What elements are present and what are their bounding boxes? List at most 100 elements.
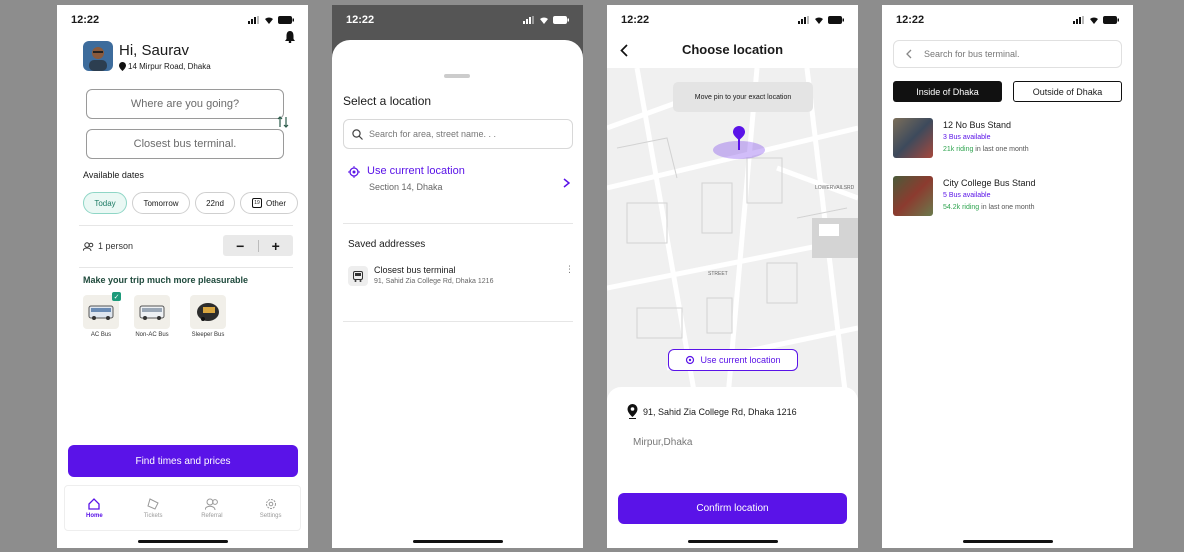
tab-outside-dhaka[interactable]: Outside of Dhaka [1013, 81, 1122, 102]
swap-icon[interactable] [277, 116, 289, 128]
address-panel: 91, Sahid Zia College Rd, Dhaka 1216 Mir… [607, 387, 858, 548]
status-time: 12:22 [71, 14, 100, 26]
search-icon [352, 128, 363, 140]
date-today[interactable]: Today [83, 192, 127, 214]
bus-icon [139, 305, 165, 320]
tab-inside-dhaka[interactable]: Inside of Dhaka [893, 81, 1002, 102]
bottom-nav: Home Tickets Referral Settings [64, 485, 301, 531]
bell-icon[interactable] [285, 31, 295, 43]
status-icons [523, 16, 569, 24]
status-icons [1073, 16, 1119, 24]
map-view[interactable]: LOWERVAILSRD STREET Move pin to your exa… [607, 68, 858, 408]
status-bar: 12:22 [332, 5, 583, 35]
bus-terminal-screen: 12:22 Search for bus terminal. Inside of… [882, 5, 1133, 548]
check-icon: ✓ [112, 292, 121, 301]
plus-button[interactable]: + [259, 238, 294, 254]
stand-riding: 21k riding in last one month [943, 146, 1029, 153]
nav-tickets[interactable]: Tickets [128, 497, 178, 519]
search-placeholder: Search for bus terminal. [924, 49, 1020, 59]
home-indicator [138, 540, 228, 543]
find-times-button[interactable]: Find times and prices [68, 445, 298, 477]
date-22nd[interactable]: 22nd [195, 192, 235, 214]
ac-bus-label: AC Bus [90, 332, 112, 338]
nav-home-label: Home [86, 512, 103, 519]
address-text: 14 Mirpur Road, Dhaka [128, 62, 211, 71]
home-icon [88, 497, 101, 510]
stand-available: 3 Bus available [943, 134, 991, 141]
status-bar: 12:22 [57, 5, 308, 35]
bus-icon [197, 303, 219, 321]
confirm-location-button[interactable]: Confirm location [618, 493, 847, 524]
riding-count: 54.2k riding [943, 204, 980, 211]
minus-button[interactable]: − [223, 238, 258, 254]
saved-item-title: Closest bus terminal [374, 265, 456, 275]
use-current-label: Use current location [367, 165, 465, 177]
status-time: 12:22 [896, 14, 925, 26]
people-icon [83, 241, 94, 251]
saved-addresses-title: Saved addresses [348, 239, 426, 250]
status-bar: 12:22 [882, 5, 1133, 35]
nav-settings[interactable]: Settings [246, 498, 296, 519]
location-pin-icon [627, 404, 638, 419]
people-icon [204, 498, 218, 510]
date-other[interactable]: 19 Other [240, 192, 298, 214]
stand-item[interactable]: City College Bus Stand 5 Bus available 5… [893, 176, 1122, 218]
nav-referral[interactable]: Referral [187, 498, 237, 519]
stand-name: City College Bus Stand [943, 178, 1036, 188]
riding-suffix: in last one month [979, 204, 1035, 211]
date-tomorrow[interactable]: Tomorrow [132, 192, 190, 214]
stand-riding: 54.2k riding in last one month [943, 204, 1034, 211]
passenger-stepper: − + [223, 235, 293, 256]
non-ac-bus-label: Non-AC Bus [135, 332, 169, 338]
stand-item[interactable]: 12 No Bus Stand 3 Bus available 21k ridi… [893, 118, 1122, 160]
address-text: 91, Sahid Zia College Rd, Dhaka 1216 [643, 406, 797, 417]
use-current-location-button[interactable]: Use current location [668, 349, 798, 371]
status-time: 12:22 [346, 14, 375, 26]
home-indicator [963, 540, 1053, 543]
current-sub: Section 14, Dhaka [369, 182, 443, 192]
selected-address: 91, Sahid Zia College Rd, Dhaka 1216 [627, 404, 797, 419]
available-dates-label: Available dates [83, 170, 144, 180]
home-indicator [413, 540, 503, 543]
crosshair-icon [348, 166, 360, 178]
stand-thumbnail [893, 176, 933, 216]
back-arrow-icon[interactable] [906, 49, 912, 59]
stand-thumbnail [893, 118, 933, 158]
destination-input[interactable]: Where are you going? [86, 89, 284, 119]
chevron-right-icon [563, 178, 570, 188]
location-pin-icon [119, 62, 126, 71]
sleeper-bus-card[interactable] [190, 295, 226, 329]
greeting: Hi, Saurav [119, 42, 190, 59]
terminal-search-input[interactable]: Search for bus terminal. [893, 40, 1122, 68]
date-tomorrow-label: Tomorrow [143, 198, 179, 208]
riding-suffix: in last one month [973, 146, 1029, 153]
crosshair-icon [686, 355, 695, 365]
choose-location-screen: 12:22 Choose location LOWERVAILSRD STREE… [607, 5, 858, 548]
map-label-lowervailsrd: LOWERVAILSRD [815, 185, 855, 191]
use-current-label: Use current location [700, 355, 781, 365]
more-icon[interactable]: ⋮ [565, 264, 574, 275]
current-address: 14 Mirpur Road, Dhaka [119, 62, 211, 71]
nav-tickets-label: Tickets [143, 512, 163, 519]
status-bar: 12:22 [607, 5, 858, 35]
saved-address-item[interactable]: Closest bus terminal 91, Sahid Zia Colle… [348, 262, 574, 292]
calendar-icon: 19 [251, 198, 262, 208]
location-search-input[interactable]: Search for area, street name. . . [343, 119, 573, 149]
non-ac-bus-card[interactable] [134, 295, 170, 329]
home-screen: 12:22 Hi, Saurav 14 Mirpur Road, Dhaka W… [57, 5, 308, 548]
terminal-input[interactable]: Closest bus terminal. [86, 129, 284, 159]
status-time: 12:22 [621, 14, 650, 26]
pin-tooltip: Move pin to your exact location [673, 82, 813, 112]
sleeper-bus-label: Sleeper Bus [191, 332, 225, 338]
passenger-count: 1 person [83, 241, 133, 251]
status-icons [798, 16, 844, 24]
date-other-label: Other [265, 198, 286, 208]
nav-home[interactable]: Home [69, 497, 119, 519]
date-today-label: Today [94, 198, 116, 208]
ac-bus-card[interactable]: ✓ [83, 292, 121, 329]
avatar[interactable] [83, 41, 113, 71]
select-location-screen: 12:22 Select a location Search for area,… [332, 5, 583, 548]
sheet-handle[interactable] [444, 74, 470, 78]
use-current-location-row[interactable]: Use current location Section 14, Dhaka [348, 164, 570, 200]
map-pin-icon[interactable] [711, 123, 767, 159]
